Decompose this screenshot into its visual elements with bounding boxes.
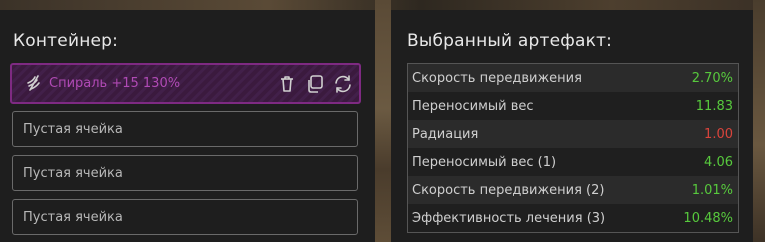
- stat-name: Скорость передвижения: [412, 70, 582, 86]
- stat-value: 11.83: [695, 98, 733, 114]
- background-right: [753, 0, 765, 242]
- artifact-title: Выбранный артефакт:: [407, 31, 613, 51]
- container-slot-empty[interactable]: Пустая ячейка: [12, 199, 358, 235]
- container-slot-active[interactable]: Спираль +15 130%: [10, 63, 361, 104]
- stat-row: Скорость передвижения 2.70%: [408, 64, 738, 92]
- slot-empty-label: Пустая ячейка: [23, 166, 123, 181]
- artifact-spiral-icon: [27, 75, 40, 91]
- stat-value: 1.01%: [691, 182, 733, 198]
- artifact-panel: Выбранный артефакт: Скорость передвижени…: [391, 10, 753, 242]
- container-slot-empty[interactable]: Пустая ячейка: [12, 155, 358, 191]
- stat-value: 2.70%: [691, 70, 733, 86]
- container-slot-empty[interactable]: Пустая ячейка: [12, 111, 358, 147]
- slot-empty-label: Пустая ячейка: [23, 122, 123, 137]
- stat-name: Эффективность лечения (3): [412, 210, 606, 226]
- stat-row: Эффективность лечения (3) 10.48%: [408, 204, 738, 232]
- background-gap: [375, 0, 391, 242]
- stat-row: Скорость передвижения (2) 1.01%: [408, 176, 738, 204]
- stat-row: Переносимый вес 11.83: [408, 92, 738, 120]
- stat-value: 10.48%: [683, 210, 733, 226]
- stat-row: Радиация 1.00: [408, 120, 738, 148]
- trash-icon[interactable]: [276, 73, 298, 95]
- stat-value: 1.00: [704, 126, 733, 142]
- stat-name: Скорость передвижения (2): [412, 182, 605, 198]
- stat-value: 4.06: [704, 154, 733, 170]
- copy-icon[interactable]: [304, 73, 326, 95]
- stat-row: Переносимый вес (1) 4.06: [408, 148, 738, 176]
- slot-empty-label: Пустая ячейка: [23, 210, 123, 225]
- container-title: Контейнер:: [13, 31, 119, 51]
- stat-name: Переносимый вес (1): [412, 154, 557, 170]
- artifact-stats-table: Скорость передвижения 2.70% Переносимый …: [407, 63, 739, 233]
- stat-name: Переносимый вес: [412, 98, 534, 114]
- stat-name: Радиация: [412, 126, 479, 142]
- refresh-icon[interactable]: [332, 73, 354, 95]
- container-panel: Контейнер: Спираль +15 130% Пустая ячейк…: [0, 10, 375, 242]
- artifact-name: Спираль +15 130%: [49, 76, 181, 91]
